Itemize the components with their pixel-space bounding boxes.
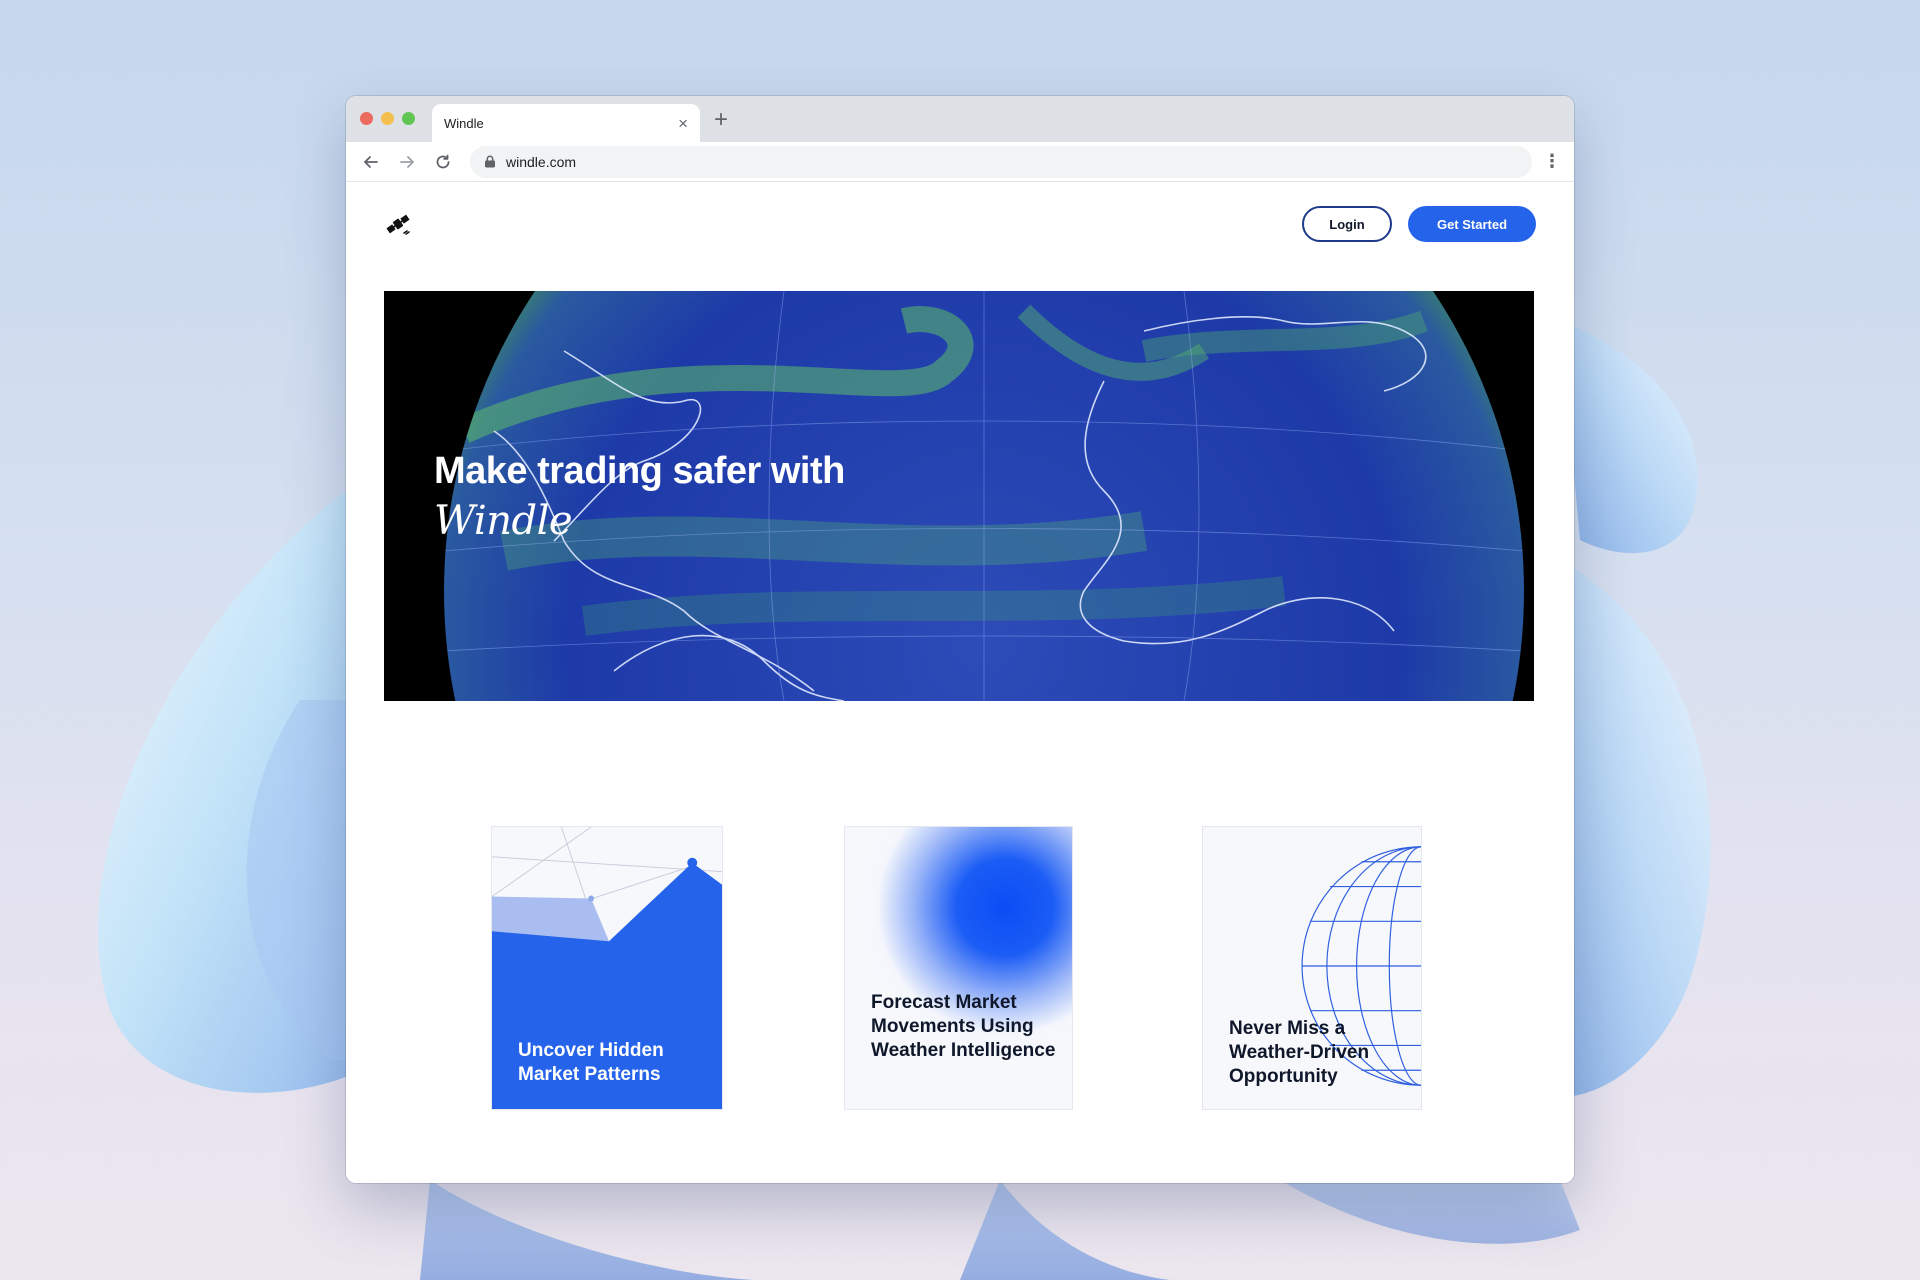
tab-bar: Windle × + xyxy=(346,96,1574,142)
login-button[interactable]: Login xyxy=(1302,206,1392,242)
get-started-button[interactable]: Get Started xyxy=(1408,206,1536,242)
card-title: Forecast Market Movements Using Weather … xyxy=(871,992,1056,1061)
hero-banner: Make trading safer with Windle xyxy=(384,291,1534,701)
arrow-right-icon xyxy=(400,155,414,168)
back-button[interactable] xyxy=(358,149,384,175)
new-tab-button[interactable]: + xyxy=(714,106,728,134)
feature-card-opportunity[interactable]: Never Miss a Weather-Driven Opportunity xyxy=(1202,826,1422,1110)
site-header: Login Get Started xyxy=(384,204,1536,244)
page-content: Login Get Started Make trading safer wit… xyxy=(346,182,1574,1183)
minimize-window-button[interactable] xyxy=(381,112,394,125)
url-text: windle.com xyxy=(506,153,577,170)
card-title: Uncover Hidden Market Patterns xyxy=(518,1040,664,1085)
maximize-window-button[interactable] xyxy=(402,112,415,125)
hero-title: Make trading safer with xyxy=(434,450,845,492)
tab-title: Windle xyxy=(444,115,484,131)
window-controls xyxy=(360,112,415,125)
tab-close-icon[interactable]: × xyxy=(678,115,688,132)
feature-card-patterns[interactable]: Uncover Hidden Market Patterns xyxy=(491,826,723,1110)
close-window-button[interactable] xyxy=(360,112,373,125)
arrow-left-icon xyxy=(364,155,378,168)
hero-brand-name: Windle xyxy=(434,498,573,544)
feature-card-forecast[interactable]: Forecast Market Movements Using Weather … xyxy=(844,826,1073,1110)
reload-icon xyxy=(436,154,450,168)
browser-toolbar: windle.com ⋮ xyxy=(346,142,1574,182)
browser-tab[interactable]: Windle × xyxy=(432,104,700,142)
header-actions: Login Get Started xyxy=(1302,206,1536,242)
reload-button[interactable] xyxy=(430,149,456,175)
satellite-icon[interactable] xyxy=(384,211,412,237)
lock-icon xyxy=(484,155,496,168)
address-bar[interactable]: windle.com xyxy=(470,145,1532,178)
forward-button[interactable] xyxy=(394,149,420,175)
browser-menu-icon[interactable]: ⋮ xyxy=(1542,151,1562,172)
card-title: Never Miss a Weather-Driven Opportunity xyxy=(1229,1018,1370,1087)
browser-window: Windle × + windle.com ⋮ Login Get Starte… xyxy=(346,96,1574,1183)
